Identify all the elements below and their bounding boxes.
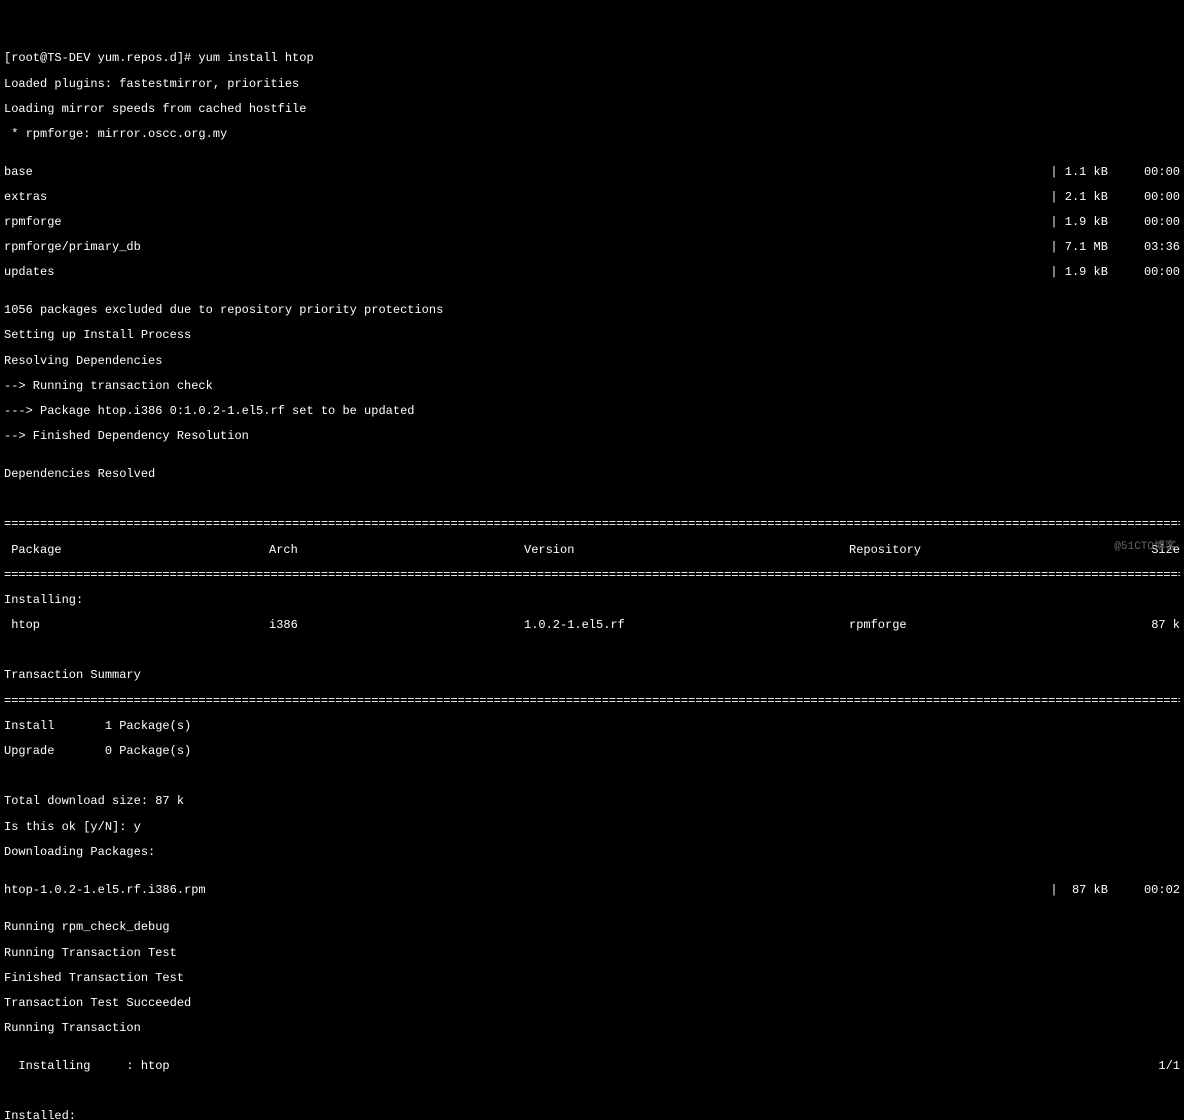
summary-line: Install 1 Package(s) [4,720,1180,733]
installing-label: Installing: [4,594,1180,607]
output-line: 1056 packages excluded due to repository… [4,304,1180,317]
output-line: Running Transaction [4,1022,1180,1035]
download-stats: | 87 kB 00:02 [1050,884,1180,897]
output-line: Dependencies Resolved [4,468,1180,481]
output-line: Transaction Test Succeeded [4,997,1180,1010]
txn-summary-title: Transaction Summary [4,669,1180,682]
download-row: htop-1.0.2-1.el5.rf.i386.rpm | 87 kB 00:0… [4,884,1180,897]
repo-name: updates [4,266,54,279]
output-line: Resolving Dependencies [4,355,1180,368]
repo-row: rpmforge | 1.9 kB 00:00 [4,216,1180,229]
divider: ========================================… [4,518,1180,531]
divider: ========================================… [4,695,1180,708]
repo-stats: | 7.1 MB 03:36 [1050,241,1180,254]
cell-size: 87 k [1109,619,1180,632]
header-line: * rpmforge: mirror.oscc.org.my [4,128,1180,141]
confirm-prompt[interactable]: Is this ok [y/N]: y [4,821,1180,834]
install-left: Installing : htop [4,1060,170,1073]
install-progress: Installing : htop 1/1 [4,1060,1180,1073]
header-line: Loaded plugins: fastestmirror, prioritie… [4,78,1180,91]
repo-stats: | 2.1 kB 00:00 [1050,191,1180,204]
blank-line [4,644,1180,657]
prompt-line[interactable]: [root@TS-DEV yum.repos.d]# yum install h… [4,52,1180,65]
output-line: --> Finished Dependency Resolution [4,430,1180,443]
repo-name: rpmforge [4,216,62,229]
col-arch: Arch [269,544,524,557]
output-line: --> Running transaction check [4,380,1180,393]
repo-name: extras [4,191,47,204]
output-line: ---> Package htop.i386 0:1.0.2-1.el5.rf … [4,405,1180,418]
repo-name: rpmforge/primary_db [4,241,141,254]
cell-version: 1.0.2-1.el5.rf [524,619,849,632]
cell-repository: rpmforge [849,619,1109,632]
install-count: 1/1 [1158,1060,1180,1073]
table-row: htop i386 1.0.2-1.el5.rf rpmforge 87 k [4,619,1180,632]
repo-row: extras | 2.1 kB 00:00 [4,191,1180,204]
header-line: Loading mirror speeds from cached hostfi… [4,103,1180,116]
repo-stats: | 1.1 kB 00:00 [1050,166,1180,179]
output-line: Total download size: 87 k [4,795,1180,808]
watermark: @51CTO博客 [1114,542,1176,554]
repo-row: base | 1.1 kB 00:00 [4,166,1180,179]
output-line: Running Transaction Test [4,947,1180,960]
repo-row: rpmforge/primary_db | 7.1 MB 03:36 [4,241,1180,254]
output-line: Setting up Install Process [4,329,1180,342]
repo-stats: | 1.9 kB 00:00 [1050,266,1180,279]
repo-row: updates | 1.9 kB 00:00 [4,266,1180,279]
col-version: Version [524,544,849,557]
col-package: Package [4,544,269,557]
rpm-name: htop-1.0.2-1.el5.rf.i386.rpm [4,884,206,897]
output-line: Installed: [4,1110,1180,1120]
repo-name: base [4,166,33,179]
output-line: Running rpm_check_debug [4,921,1180,934]
output-line: Downloading Packages: [4,846,1180,859]
col-repository: Repository [849,544,1109,557]
summary-line: Upgrade 0 Package(s) [4,745,1180,758]
output-line: Finished Transaction Test [4,972,1180,985]
repo-stats: | 1.9 kB 00:00 [1050,216,1180,229]
divider: ========================================… [4,569,1180,582]
table-header: Package Arch Version Repository Size [4,544,1180,557]
cell-package: htop [4,619,269,632]
cell-arch: i386 [269,619,524,632]
